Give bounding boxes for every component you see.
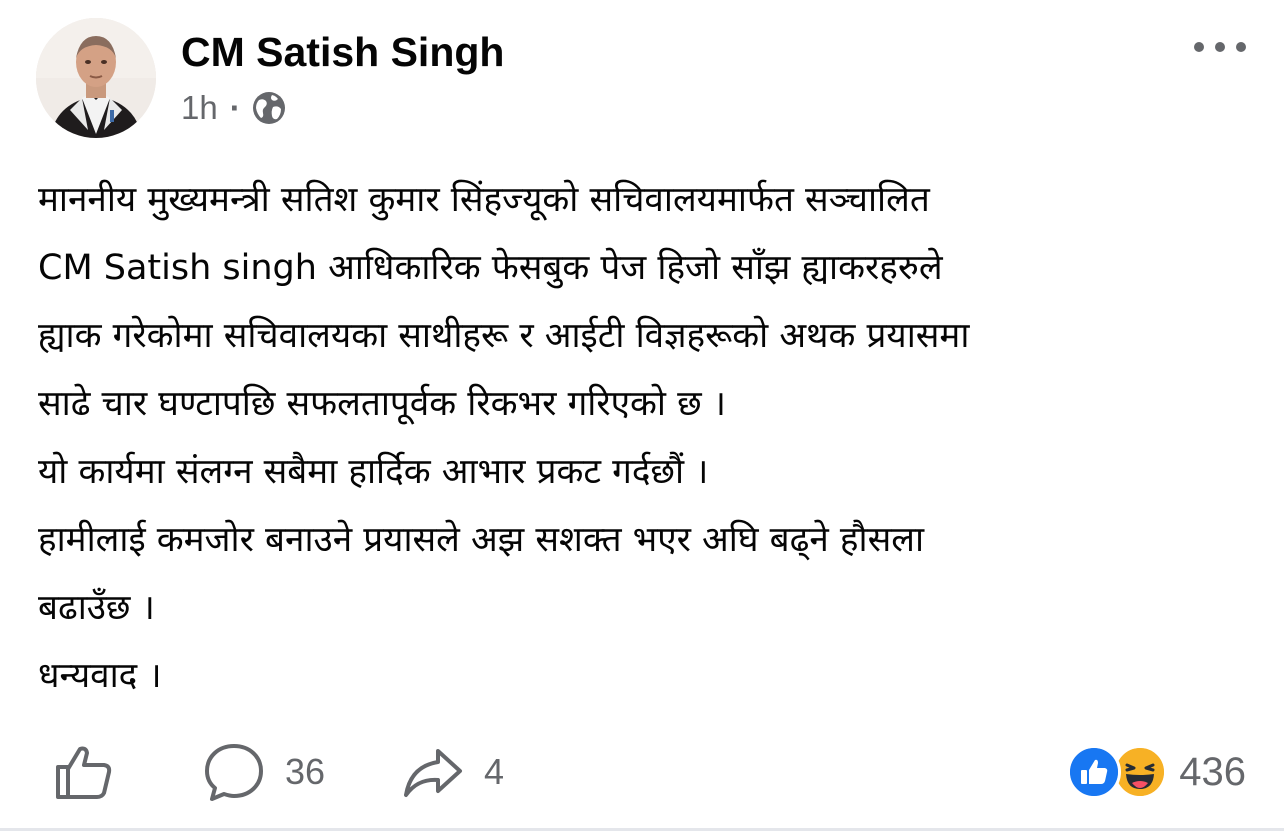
post-timestamp[interactable]: 1h: [181, 89, 218, 127]
meta-separator: ·: [229, 89, 241, 126]
comment-button[interactable]: 36: [203, 734, 325, 810]
reactions-summary[interactable]: 436: [1067, 734, 1246, 810]
post-text-line: यो कार्यमा संलग्न सबैमा हार्दिक आभार प्र…: [38, 452, 709, 492]
haha-reaction-icon: [1113, 745, 1168, 799]
comment-count: 36: [285, 751, 326, 792]
post-text-line: हामीलाई कमजोर बनाउने प्रयासले अझ सशक्त भ…: [38, 520, 925, 560]
more-options-button[interactable]: [1190, 30, 1250, 64]
post-text-line: धन्यवाद ।: [38, 656, 162, 696]
author-name[interactable]: CM Satish Singh: [181, 26, 504, 78]
reaction-count: 436: [1179, 749, 1246, 794]
comment-bubble-icon: [205, 744, 263, 801]
facebook-post: CM Satish Singh 1h · माननीय मुख्यमन्त्री…: [0, 0, 1284, 831]
globe-icon[interactable]: [251, 90, 287, 126]
post-text: माननीय मुख्यमन्त्री सतिश कुमार सिंहज्यूक…: [38, 166, 1274, 710]
post-text-line: बढाउँछ ।: [38, 588, 155, 628]
share-arrow-icon: [404, 749, 462, 797]
like-reaction-icon: [1067, 745, 1122, 799]
author-avatar[interactable]: [36, 18, 156, 138]
share-button[interactable]: 4: [402, 734, 504, 810]
post-action-bar: 36 4 436: [0, 734, 1284, 810]
post-text-line: साढे चार घण्टापछि सफलतापूर्वक रिकभर गरिए…: [38, 384, 726, 424]
post-text-line: CM Satish singh आधिकारिक फेसबुक पेज हिजो…: [38, 248, 943, 288]
author-avatar-image: [36, 18, 156, 138]
thumbs-up-icon: [56, 746, 112, 799]
post-text-line: माननीय मुख्यमन्त्री सतिश कुमार सिंहज्यूक…: [38, 180, 930, 220]
share-count: 4: [484, 751, 505, 792]
post-meta: 1h ·: [181, 86, 287, 130]
more-horizontal-icon: [1194, 42, 1246, 52]
post-text-line: ह्याक गरेकोमा सचिवालयका साथीहरू र आईटी व…: [38, 316, 970, 356]
like-button[interactable]: [52, 734, 114, 810]
